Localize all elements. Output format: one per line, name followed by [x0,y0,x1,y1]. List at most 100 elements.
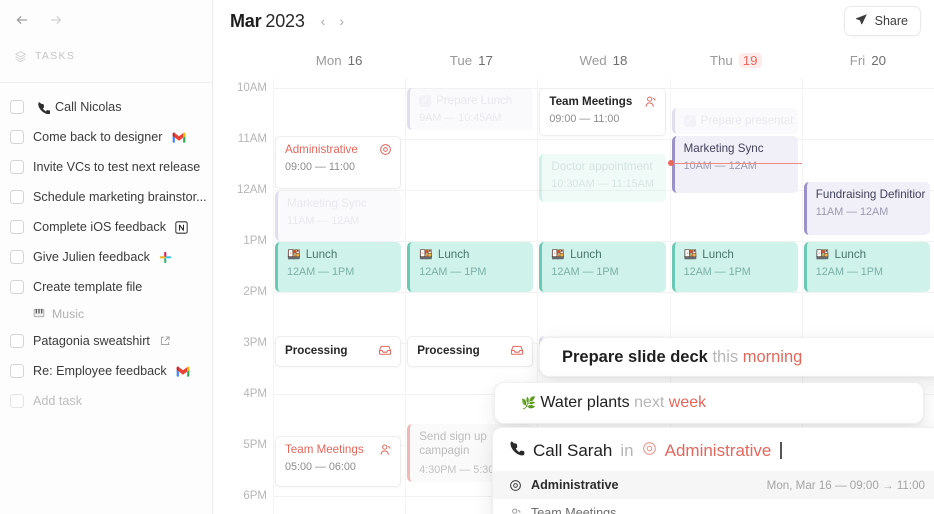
day-header-mon[interactable]: Mon 16 [273,42,405,78]
day-header-tue[interactable]: Tue 17 [405,42,537,78]
event-title: Prepare presentat [700,114,794,127]
task-checkbox[interactable] [10,394,24,408]
hour-label: 5PM [243,439,267,451]
calendar-event-marketing-sync-t[interactable]: Marketing Sync 10AM — 12AM [671,136,798,193]
task-row[interactable]: Invite VCs to test next release [0,152,212,182]
task-label: Complete iOS feedback [33,220,188,234]
task-text: Schedule marketing brainstor... [33,190,207,204]
calendar-event-team-meetings-pm[interactable]: Team Meetings 05:00 — 06:00 [275,436,402,487]
calendar-event-doctor-appt[interactable]: Doctor appointment 10:30AM — 11:15AM [539,154,666,202]
composer-result-row[interactable]: Team Meetings [493,499,934,514]
event-time: 09:00 — 11:00 [549,113,620,125]
event-title-wrap: Doctor appointment [551,160,652,173]
calendar-event-fundraising[interactable]: Fundraising Definitior 11AM — 12AM [803,182,930,235]
task-checkbox[interactable] [10,220,24,234]
suggestion-b-bold: Water plants [540,394,630,411]
calendar-event-lunch-tue[interactable]: 🍱 Lunch 12AM — 1PM [407,242,534,292]
task-checkbox[interactable] [10,160,24,174]
task-checkbox[interactable] [10,280,24,294]
calendar-event-team-meetings-am[interactable]: Team Meetings 09:00 — 11:00 [539,88,666,136]
task-label: Create template file [33,280,142,294]
task-row[interactable]: Patagonia sweatshirt [0,326,212,356]
hour-label: 10AM [236,82,267,94]
next-period-button[interactable]: › [339,13,344,29]
event-title-row: ✓ Prepare Lunch [419,94,525,107]
target-icon [642,441,657,461]
event-time: 12AM — 1PM [815,266,883,278]
calendar-event-prepare-present[interactable]: ✓ Prepare presentat [671,108,798,134]
event-title: Team Meetings [285,443,364,456]
event-title-row: 🍱 Lunch [684,248,790,261]
task-checkbox[interactable] [10,190,24,204]
composer-result-row[interactable]: Administrative Mon, Mar 16 — 09:00 → 11:0… [493,471,934,499]
suggestion-card-water-plants[interactable]: 🌿 Water plants next week [494,382,924,424]
calendar-event-lunch-wed[interactable]: 🍱 Lunch 12AM — 1PM [539,242,666,292]
event-title: Marketing Sync [287,197,367,210]
sidebar-nav-arrows [0,0,212,42]
calendar-event-processing-tue[interactable]: Processing [407,336,534,367]
forward-arrow-icon[interactable] [48,12,64,28]
task-checkbox[interactable] [10,334,24,348]
subtask-row-music[interactable]: Music [0,302,212,326]
task-checkbox[interactable] [10,100,24,114]
task-row[interactable]: Schedule marketing brainstor... [0,182,212,212]
calendar-event-lunch-mon[interactable]: 🍱 Lunch 12AM — 1PM [275,242,402,292]
prev-period-button[interactable]: ‹ [321,13,326,29]
task-label: Schedule marketing brainstor... [33,190,207,204]
calendar-event-administrative[interactable]: Administrative 09:00 — 11:00 [275,136,402,189]
task-row[interactable]: Complete iOS feedback [0,212,212,242]
result-name: Team Meetings [531,506,617,514]
event-title-row: Marketing Sync [684,142,790,155]
checkbox-checked-icon[interactable]: ✓ [419,94,432,107]
event-title-wrap: Processing [285,344,348,357]
calendar-event-marketing-sync-m[interactable]: Marketing Sync 11AM — 12AM [275,191,402,241]
event-title-wrap: ✓ Prepare presentat [683,114,794,127]
calendar-event-processing-mon[interactable]: Processing [275,336,402,367]
task-row[interactable]: Create template file [0,272,212,302]
event-time: 12AM — 1PM [551,266,619,278]
lunch-icon: 🍱 [419,249,433,261]
event-title: Processing [417,343,480,357]
day-name: Mon [315,52,342,68]
calendar-event-lunch-fri[interactable]: 🍱 Lunch 12AM — 1PM [803,242,930,292]
gmail-icon [172,132,186,143]
day-header-fri[interactable]: Fri 20 [802,42,934,78]
task-checkbox[interactable] [10,250,24,264]
calendar-event-prepare-lunch[interactable]: ✓ Prepare Lunch 9AM — 10:45AM [407,88,534,130]
day-header-thu[interactable]: Thu 19 [670,42,802,78]
task-checkbox[interactable] [10,130,24,144]
quick-add-composer[interactable]: Call Sarah in Administrative Administrat… [492,427,934,514]
calendar-header: Mar 2023 ‹ › Share [213,0,934,42]
task-row[interactable]: Add task [0,386,212,416]
event-title-wrap: Team Meetings [549,95,632,108]
sidebar: TASKS Call Nicolas Come back to designer I… [0,0,213,514]
composer-input[interactable]: Call Sarah in Administrative [493,428,934,471]
calendar-event-lunch-thu[interactable]: 🍱 Lunch 12AM — 1PM [671,242,798,292]
event-time: 12AM — 1PM [683,266,751,278]
target-icon [509,479,522,492]
suggestion-card-prepare-slide-deck[interactable]: Prepare slide deck this morning [539,337,934,377]
notion-icon [175,220,188,234]
event-title: Lunch [305,248,338,261]
piano-icon [33,307,45,322]
event-time: 10:30AM — 11:15AM [551,178,654,190]
event-time: 12AM — 1PM [419,266,487,278]
event-title-row: 🍱 Lunch [419,248,525,261]
event-title-wrap: 🍱 Lunch [816,248,866,261]
day-header-wed[interactable]: Wed 18 [537,42,669,78]
event-title-row: Processing [285,343,392,357]
event-title-row: 🍱 Lunch [551,248,657,261]
task-row[interactable]: Give Julien feedback [0,242,212,272]
event-title: Prepare Lunch [436,94,513,107]
share-button[interactable]: Share [843,6,921,36]
checkbox-checked-icon[interactable]: ✓ [683,114,696,127]
task-row[interactable]: Re: Employee feedback [0,356,212,386]
task-checkbox[interactable] [10,364,24,378]
event-title: Administrative [285,143,358,156]
back-arrow-icon[interactable] [14,12,30,28]
task-row[interactable]: Come back to designer [0,122,212,152]
task-row[interactable]: Call Nicolas [0,92,212,122]
day-number: 18 [612,52,628,68]
event-title-wrap: Processing [417,344,480,357]
result-name-wrap: Administrative [509,478,618,492]
